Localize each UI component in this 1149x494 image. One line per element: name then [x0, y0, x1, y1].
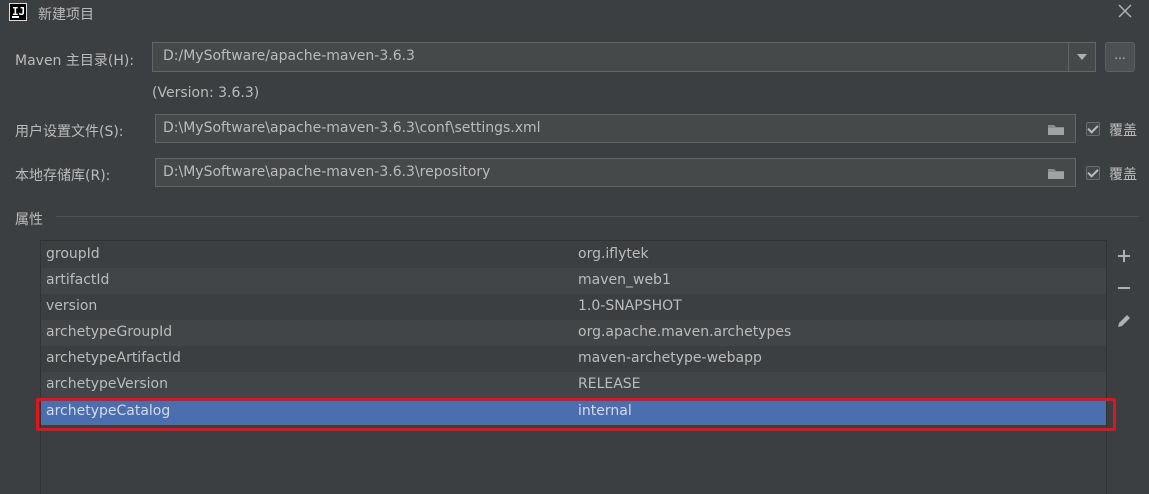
local-repo-value[interactable]: D:\MySoftware\apache-maven-3.6.3\reposit…	[163, 164, 490, 180]
local-repo-override-label[interactable]: 覆盖	[1109, 164, 1137, 184]
local-repo-field[interactable]: D:\MySoftware\apache-maven-3.6.3\reposit…	[155, 158, 1076, 187]
table-row[interactable]: archetypeArtifactId maven-archetype-weba…	[41, 346, 1106, 372]
property-value: 1.0-SNAPSHOT	[578, 298, 682, 314]
folder-icon[interactable]	[1047, 123, 1065, 136]
property-value: org.apache.maven.archetypes	[578, 324, 792, 340]
local-repo-override-checkbox[interactable]	[1086, 166, 1100, 180]
properties-table: groupId org.iflytek artifactId maven_web…	[40, 240, 1107, 494]
intellij-app-icon: IJ	[9, 3, 27, 21]
user-settings-field[interactable]: D:\MySoftware\apache-maven-3.6.3\conf\se…	[155, 114, 1076, 143]
table-row[interactable]: groupId org.iflytek	[41, 242, 1106, 268]
window-title: 新建项目	[38, 7, 94, 23]
property-key: archetypeVersion	[46, 376, 168, 392]
property-value: maven_web1	[578, 272, 671, 288]
plus-icon[interactable]	[1114, 246, 1134, 266]
property-key: archetypeArtifactId	[46, 350, 181, 366]
table-row[interactable]: archetypeVersion RELEASE	[41, 372, 1106, 398]
table-row[interactable]: artifactId maven_web1	[41, 268, 1106, 294]
table-row[interactable]: archetypeGroupId org.apache.maven.archet…	[41, 320, 1106, 346]
maven-home-browse-button[interactable]: ...	[1105, 42, 1135, 72]
user-settings-override-checkbox[interactable]	[1086, 122, 1100, 136]
user-settings-value[interactable]: D:\MySoftware\apache-maven-3.6.3\conf\se…	[163, 120, 541, 136]
close-icon[interactable]	[1116, 2, 1134, 20]
folder-icon[interactable]	[1047, 167, 1065, 180]
local-repo-label: 本地存储库(R):	[15, 168, 111, 184]
property-value: maven-archetype-webapp	[578, 350, 762, 366]
user-settings-override-label[interactable]: 覆盖	[1109, 120, 1137, 140]
minus-icon[interactable]	[1114, 278, 1134, 298]
property-key: version	[46, 298, 98, 314]
property-value: org.iflytek	[578, 246, 649, 262]
chevron-down-icon[interactable]	[1068, 43, 1095, 71]
user-settings-label: 用户设置文件(S):	[15, 124, 124, 140]
property-value: RELEASE	[578, 376, 641, 392]
table-row[interactable]: version 1.0-SNAPSHOT	[41, 294, 1106, 320]
maven-version-text: (Version: 3.6.3)	[152, 85, 260, 101]
pencil-icon[interactable]	[1114, 311, 1134, 331]
maven-home-value[interactable]: D:/MySoftware/apache-maven-3.6.3	[163, 48, 415, 64]
property-key: archetypeGroupId	[46, 324, 173, 340]
maven-home-combobox[interactable]: D:/MySoftware/apache-maven-3.6.3	[152, 42, 1096, 72]
maven-home-label: Maven 主目录(H):	[15, 53, 135, 69]
highlight-box	[36, 398, 1116, 431]
property-key: groupId	[46, 246, 100, 262]
properties-section-title: 属性	[15, 212, 43, 228]
title-bar: IJ 新建项目	[0, 0, 1149, 28]
property-key: artifactId	[46, 272, 110, 288]
section-divider	[56, 216, 1139, 217]
